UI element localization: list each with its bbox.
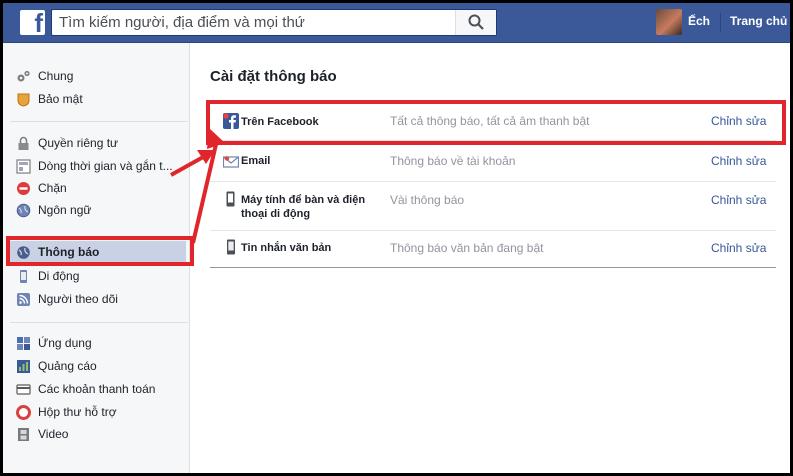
arrow-head (207, 128, 225, 149)
arrow-line (170, 154, 206, 177)
screenshot-frame: f Ếch Trang chủ Chung (3, 3, 790, 473)
annotation-arrows (170, 128, 225, 244)
